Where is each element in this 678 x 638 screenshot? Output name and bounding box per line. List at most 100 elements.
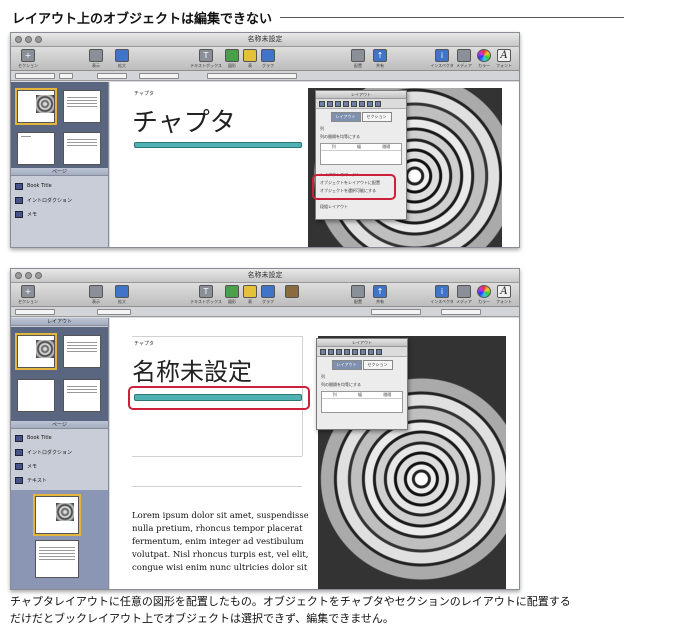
list-icon bbox=[15, 476, 23, 484]
paragraph-select[interactable] bbox=[371, 309, 421, 315]
tab-section[interactable]: セクション bbox=[362, 360, 393, 370]
share-button[interactable]: ↑ 共有 bbox=[369, 49, 391, 69]
zoom-menu-button[interactable]: 拡大 bbox=[111, 285, 133, 305]
textbox-icon: T bbox=[199, 285, 213, 298]
zoom-icon bbox=[115, 285, 129, 298]
sidebar-item-book-title[interactable]: Book Title bbox=[15, 180, 104, 192]
textbox-button[interactable]: T テキストボックス bbox=[190, 49, 222, 69]
highlight-annotation bbox=[128, 386, 310, 410]
textbox-button[interactable]: T テキストボックス bbox=[190, 285, 222, 305]
col-header: 間隔 bbox=[383, 392, 392, 397]
sidebar-item-intro[interactable]: イントロダクション bbox=[15, 446, 104, 458]
fonts-button[interactable]: A フォント bbox=[493, 49, 515, 69]
section-layout-thumb[interactable] bbox=[17, 132, 55, 165]
plus-icon: + bbox=[21, 49, 35, 62]
sidebar-section-header: レイアウト bbox=[11, 318, 108, 326]
format-bar bbox=[11, 71, 519, 81]
col-header: 幅 bbox=[357, 392, 362, 397]
body-text: Lorem ipsum dolor sit amet, suspendisse … bbox=[132, 510, 308, 589]
document-canvas[interactable]: チャプタ チャプタ レイアウト レイアウト セクション 列 列の間隔を均等にする… bbox=[110, 82, 519, 247]
inspector-icon: i bbox=[435, 285, 449, 298]
colors-button[interactable]: カラー bbox=[473, 49, 495, 69]
chart-button[interactable]: グラフ bbox=[257, 49, 279, 69]
page-icon bbox=[15, 182, 23, 190]
chart-button[interactable]: グラフ bbox=[257, 285, 279, 305]
window-title: 名称未設定 bbox=[247, 35, 283, 43]
sidebar-item-intro[interactable]: イントロダクション bbox=[15, 194, 104, 206]
document-canvas[interactable]: チャプタ 名称未設定 Lorem ipsum dolor sit amet, s… bbox=[110, 318, 519, 589]
text-layout-thumb[interactable] bbox=[63, 132, 101, 165]
equal-width-checkbox[interactable]: 列の間隔を均等にする bbox=[316, 133, 406, 141]
spacing-select[interactable] bbox=[441, 309, 481, 315]
inspector-tools bbox=[316, 99, 406, 109]
layout-inspector: レイアウト レイアウト セクション 列 列の間隔を均等にする 列 幅 間隔 bbox=[316, 338, 408, 430]
add-section-button[interactable]: + セクション bbox=[17, 285, 39, 305]
format-bar bbox=[11, 307, 519, 317]
page-icon bbox=[15, 448, 23, 456]
heading-rule bbox=[280, 16, 624, 18]
inspector-button[interactable]: i インスペクタ bbox=[430, 49, 454, 69]
sidebar-item-book-title[interactable]: Book Title bbox=[15, 432, 104, 444]
inspector-title: レイアウト bbox=[317, 339, 407, 347]
columns-table: 列 幅 間隔 bbox=[320, 143, 402, 165]
stroke-color-well[interactable] bbox=[97, 73, 127, 79]
add-section-button[interactable]: + セクション bbox=[17, 49, 39, 69]
view-button[interactable]: 表示 bbox=[85, 285, 107, 305]
zoom-icon bbox=[115, 49, 129, 62]
colors-icon bbox=[477, 285, 491, 298]
style-select[interactable] bbox=[15, 309, 55, 315]
layout-thumbnails bbox=[11, 327, 108, 421]
text-layout-thumb[interactable] bbox=[63, 379, 101, 412]
colors-icon bbox=[477, 49, 491, 62]
font-select[interactable] bbox=[97, 309, 131, 315]
fill-select[interactable] bbox=[139, 73, 179, 79]
fonts-button[interactable]: A フォント bbox=[493, 285, 515, 305]
media-button[interactable]: メディア bbox=[453, 49, 475, 69]
chapter-title: チャプタ bbox=[132, 108, 236, 138]
media-button[interactable]: メディア bbox=[453, 285, 475, 305]
media-icon bbox=[457, 49, 471, 62]
sidebar-section-header: ページ bbox=[11, 168, 108, 176]
tab-layout[interactable]: レイアウト bbox=[330, 112, 361, 122]
tab-layout[interactable]: レイアウト bbox=[331, 360, 362, 370]
inspector-button[interactable]: i インスペクタ bbox=[430, 285, 454, 305]
sidebar-item-memo[interactable]: メモ bbox=[15, 460, 104, 472]
caption-line: チャプタレイアウトに任意の図形を配置したもの。オブジェクトをチャプタやセクション… bbox=[10, 595, 571, 608]
tab-section[interactable]: セクション bbox=[361, 112, 392, 122]
page-thumb-chapter[interactable] bbox=[35, 496, 79, 534]
shape-icon bbox=[225, 285, 239, 298]
arrange-button[interactable]: 配置 bbox=[347, 49, 369, 69]
arrange-button[interactable]: 配置 bbox=[347, 285, 369, 305]
chapter-layout-thumb[interactable] bbox=[17, 90, 55, 123]
section-layout-thumb[interactable] bbox=[17, 379, 55, 412]
fonts-icon: A bbox=[497, 49, 511, 62]
chapter-label: チャプタ bbox=[134, 341, 154, 347]
page-thumb-text[interactable] bbox=[35, 540, 79, 578]
chapter-layout-thumb[interactable] bbox=[17, 335, 55, 368]
columns-label: 列 bbox=[320, 126, 324, 131]
section-heading: レイアウト上のオブジェクトは編集できない bbox=[12, 6, 624, 28]
heading-text: レイアウト上のオブジェクトは編集できない bbox=[12, 11, 273, 27]
page-icon bbox=[15, 434, 23, 442]
equal-width-checkbox[interactable]: 列の間隔を均等にする bbox=[317, 381, 407, 389]
page-layout-thumb[interactable] bbox=[63, 335, 101, 368]
line-style-select[interactable] bbox=[15, 73, 55, 79]
view-icon bbox=[89, 285, 103, 298]
shadow-control[interactable] bbox=[207, 73, 297, 79]
inspector-icon: i bbox=[435, 49, 449, 62]
inspector-footer: 段組レイアウト bbox=[320, 204, 348, 209]
zoom-menu-button[interactable]: 拡大 bbox=[111, 49, 133, 69]
page-layout-thumb[interactable] bbox=[63, 90, 101, 123]
share-button[interactable]: ↑ 共有 bbox=[369, 285, 391, 305]
fonts-icon: A bbox=[497, 285, 511, 298]
line-width-field[interactable] bbox=[59, 73, 73, 79]
arrange-icon bbox=[351, 285, 365, 298]
columns-label: 列 bbox=[321, 374, 325, 379]
sidebar-item-text[interactable]: テキスト bbox=[15, 474, 104, 486]
object-button[interactable] bbox=[281, 285, 303, 298]
teal-shape bbox=[134, 142, 302, 148]
view-button[interactable]: 表示 bbox=[85, 49, 107, 69]
window-titlebar: 名称未設定 bbox=[11, 269, 519, 283]
sidebar-item-memo[interactable]: メモ bbox=[15, 208, 104, 220]
colors-button[interactable]: カラー bbox=[473, 285, 495, 305]
